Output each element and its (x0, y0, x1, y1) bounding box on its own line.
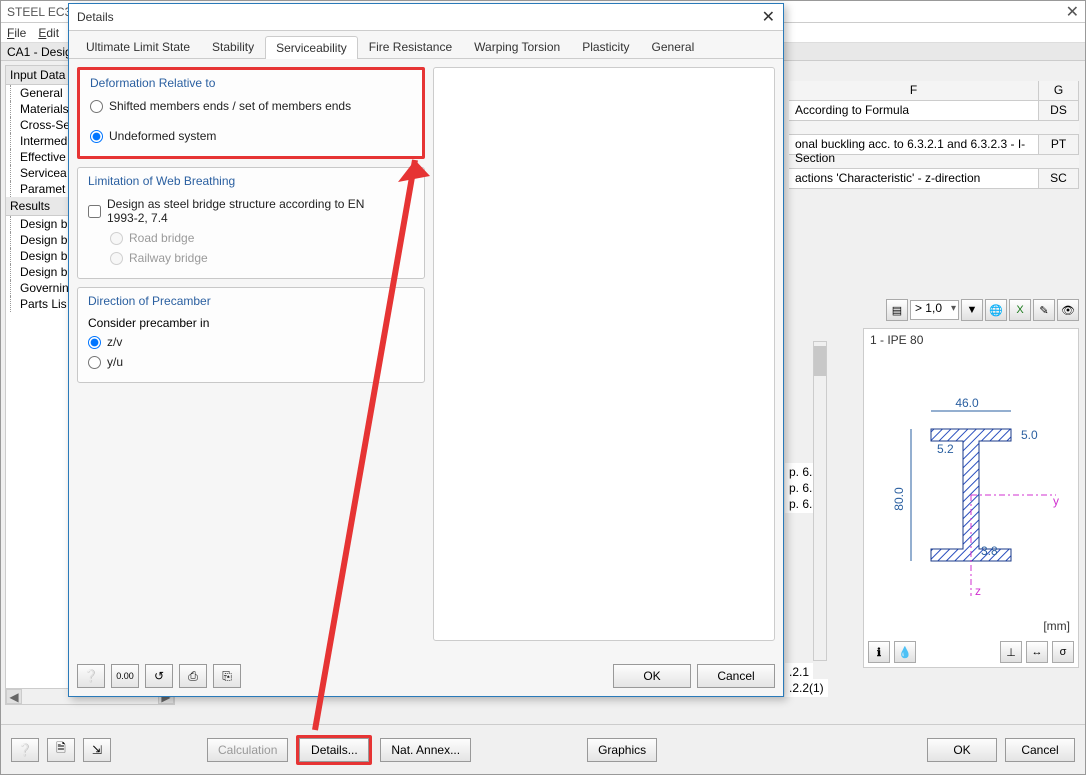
results-toolbar: ▤ > 1,0 ▼ 🌐 X ✎ 👁 (781, 298, 1079, 322)
help-icon[interactable]: ❔ (77, 664, 105, 688)
tab-serviceability[interactable]: Serviceability (265, 36, 358, 59)
save-default-icon[interactable]: ⎙ (179, 664, 207, 688)
axis-icon[interactable]: ⊥ (1000, 641, 1022, 663)
tab-general[interactable]: General (641, 35, 706, 58)
result-ref: .2.2(1) (785, 679, 828, 697)
svg-text:80.0: 80.0 (892, 487, 906, 511)
dialog-title: Details (77, 10, 114, 24)
grid-cell: actions 'Characteristic' - z-direction (789, 169, 1039, 188)
group-precamber: Direction of Precamber Consider precambe… (77, 287, 425, 383)
tab-uls[interactable]: Ultimate Limit State (75, 35, 201, 58)
radio-label: y/u (107, 355, 123, 369)
details-dialog: Details ✕ Ultimate Limit State Stability… (68, 3, 784, 697)
details-button-highlight: Details... (296, 735, 372, 765)
check-bridge-structure[interactable] (88, 205, 101, 218)
main-ok-button[interactable]: OK (927, 738, 997, 762)
tab-plasticity[interactable]: Plasticity (571, 35, 640, 58)
radio-label: Undeformed system (109, 129, 216, 143)
grid-cell: DS (1039, 101, 1079, 120)
col-header-g: G (1039, 81, 1079, 100)
units-icon[interactable]: 0.00 (111, 664, 139, 688)
col-header-f: F (789, 81, 1039, 100)
radio-yu[interactable] (88, 356, 101, 369)
nat-annex-button[interactable]: Nat. Annex... (380, 738, 471, 762)
svg-text:z: z (975, 584, 981, 598)
tab-stability[interactable]: Stability (201, 35, 265, 58)
help-icon[interactable]: ❔ (11, 738, 39, 762)
svg-text:5.0: 5.0 (1021, 428, 1038, 442)
dialog-tabs: Ultimate Limit State Stability Serviceab… (69, 31, 783, 59)
graphics-button[interactable]: Graphics (587, 738, 657, 762)
main-cancel-button[interactable]: Cancel (1005, 738, 1075, 762)
print-icon[interactable]: 🗎 (47, 738, 75, 762)
tab-warping[interactable]: Warping Torsion (463, 35, 571, 58)
radio-label: Shifted members ends / set of members en… (109, 99, 351, 113)
radio-label: z/v (107, 335, 122, 349)
group-deformation: Deformation Relative to Shifted members … (77, 67, 425, 159)
radio-label: Road bridge (129, 231, 194, 245)
radio-zv[interactable] (88, 336, 101, 349)
drop-icon[interactable]: 💧 (894, 641, 916, 663)
svg-text:3.8: 3.8 (981, 544, 998, 558)
dialog-ok-button[interactable]: OK (613, 664, 691, 688)
calculation-button[interactable]: Calculation (207, 738, 288, 762)
group-web-breathing: Limitation of Web Breathing Design as st… (77, 167, 425, 279)
details-button[interactable]: Details... (299, 738, 369, 762)
filter-icon[interactable]: ▤ (886, 299, 908, 321)
scroll-left-icon[interactable]: ◀ (6, 689, 22, 704)
menu-edit[interactable]: Edit (38, 26, 59, 40)
svg-text:y: y (1053, 494, 1059, 508)
dialog-close-icon[interactable]: ✕ (762, 7, 775, 27)
globe-icon[interactable]: 🌐 (985, 299, 1007, 321)
grid-cell: SC (1039, 169, 1079, 188)
eye-icon[interactable]: 👁 (1057, 299, 1079, 321)
bottom-bar: ❔ 🗎 ⇲ Calculation Details... Nat. Annex.… (1, 724, 1085, 774)
stress-icon[interactable]: σ (1052, 641, 1074, 663)
dialog-right-panel (433, 67, 775, 641)
grid-cell: onal buckling acc. to 6.3.2.1 and 6.3.2.… (789, 135, 1039, 154)
dialog-titlebar[interactable]: Details ✕ (69, 4, 783, 31)
section-title: 1 - IPE 80 (864, 329, 1078, 351)
group-title: Direction of Precamber (88, 294, 414, 308)
svg-text:46.0: 46.0 (955, 396, 979, 410)
check-label: Design as steel bridge structure accordi… (107, 197, 367, 225)
dialog-cancel-button[interactable]: Cancel (697, 664, 775, 688)
grid-cell: PT (1039, 135, 1079, 154)
info-icon[interactable]: ℹ (868, 641, 890, 663)
radio-shifted-ends[interactable] (90, 100, 103, 113)
radio-road-bridge (110, 232, 123, 245)
radio-railway-bridge (110, 252, 123, 265)
section-preview: 1 - IPE 80 46.0 80.0 5.0 3.8 5.2 y (863, 328, 1079, 668)
precamber-lead: Consider precamber in (88, 314, 414, 332)
grid-cell: According to Formula (789, 101, 1039, 120)
threshold-select[interactable]: > 1,0 (910, 300, 959, 320)
unit-label: [mm] (1043, 619, 1070, 633)
reset-icon[interactable]: ↺ (145, 664, 173, 688)
excel-icon[interactable]: X (1009, 299, 1031, 321)
funnel-icon[interactable]: ▼ (961, 299, 983, 321)
tool-icon[interactable]: ✎ (1033, 299, 1055, 321)
dim-icon[interactable]: ↔ (1026, 641, 1048, 663)
radio-label: Railway bridge (129, 251, 208, 265)
menu-file[interactable]: File (7, 26, 26, 40)
group-title: Deformation Relative to (90, 76, 412, 90)
svg-text:5.2: 5.2 (937, 442, 954, 456)
tab-fire[interactable]: Fire Resistance (358, 35, 463, 58)
main-close-icon[interactable]: ✕ (1066, 2, 1079, 22)
ibeam-diagram: 46.0 80.0 5.0 3.8 5.2 y z (881, 371, 1061, 601)
result-vscroll[interactable] (813, 341, 827, 661)
export-icon[interactable]: ⇲ (83, 738, 111, 762)
load-default-icon[interactable]: ⎘ (213, 664, 241, 688)
radio-undeformed[interactable] (90, 130, 103, 143)
group-title: Limitation of Web Breathing (88, 174, 414, 188)
